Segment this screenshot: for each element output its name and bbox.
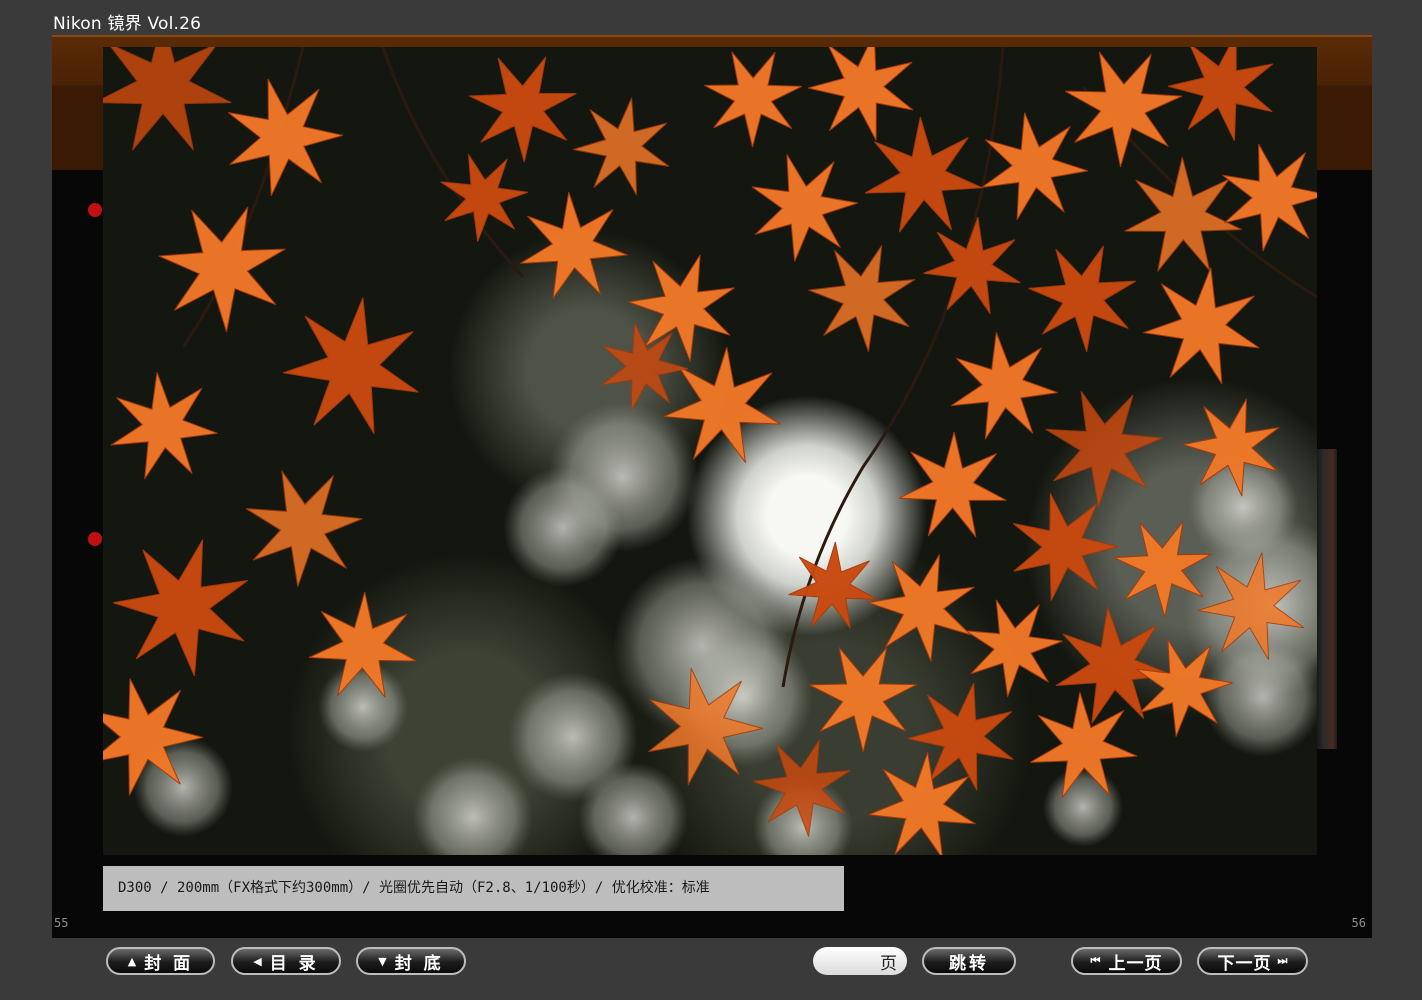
skip-forward-icon: ⏭ (1277, 954, 1288, 967)
maple-leaf (1012, 493, 1119, 601)
back-cover-button[interactable]: ▼ 封 底 (356, 947, 466, 975)
maple-leaf (1028, 245, 1136, 353)
previous-page-label: 上一页 (1108, 953, 1163, 974)
maple-leaf (1222, 143, 1317, 252)
toc-button[interactable]: ◀ 目 录 (231, 947, 341, 975)
next-page-label: 下一页 (1217, 953, 1272, 974)
cover-button-label: 封 面 (144, 953, 194, 974)
bullet-dot (88, 203, 102, 217)
triangle-up-icon: ▲ (127, 954, 137, 968)
maple-leaf (788, 541, 877, 629)
maple-leaf (227, 78, 344, 197)
bokeh-circle (503, 467, 623, 587)
next-page-button[interactable]: 下一页 ⏭ (1197, 947, 1308, 975)
maple-leaf (965, 599, 1063, 697)
maple-leaf (951, 332, 1058, 440)
maple-leaf (283, 297, 419, 434)
maple-leaf (809, 647, 917, 753)
jump-button-label: 跳转 (949, 953, 989, 974)
right-page-number: 56 (1351, 916, 1366, 930)
jump-button[interactable]: 跳转 (922, 947, 1016, 975)
page-suffix-label: 页 (880, 953, 897, 974)
left-page-number: 55 (54, 916, 69, 930)
bokeh-circle (413, 757, 533, 855)
background-photo-strip (1315, 449, 1337, 749)
maple-leaf (110, 372, 218, 480)
toc-button-label: 目 录 (269, 953, 319, 974)
maple-leaf (468, 56, 577, 163)
previous-page-button[interactable]: ⏮ 上一页 (1071, 947, 1182, 975)
bokeh-circle (318, 662, 408, 752)
maple-leaf (103, 47, 232, 151)
triangle-down-icon: ▼ (378, 954, 387, 968)
maple-leaf (898, 431, 1007, 538)
app-title: Nikon 镜界 Vol.26 (53, 14, 202, 34)
maple-leaf (572, 97, 670, 196)
maple-leaf (113, 539, 249, 677)
bullet-dot (88, 532, 102, 546)
bokeh-circle (1043, 767, 1123, 847)
triangle-left-icon: ◀ (253, 954, 262, 968)
maple-leaves-graphic (103, 47, 1317, 855)
photo-caption: D300 / 200mm（FX格式下约300mm）/ 光圈优先自动（F2.8、1… (103, 866, 844, 911)
maple-leaf (704, 51, 803, 148)
page-number-input[interactable]: 页 (813, 947, 907, 975)
branch-line (381, 47, 525, 279)
maple-leaf (807, 47, 914, 141)
maple-leaf (868, 554, 975, 662)
maple-leaf (158, 206, 286, 333)
maple-leaf (808, 245, 916, 352)
maple-leaf (751, 154, 858, 262)
cover-button[interactable]: ▲ 封 面 (106, 947, 215, 975)
maple-leaf (1167, 47, 1274, 142)
maple-leaf (981, 112, 1089, 220)
enlarged-photo-maple-leaves[interactable] (103, 47, 1317, 855)
maple-leaf (245, 470, 363, 587)
maple-leaf (1143, 267, 1260, 385)
skip-back-icon: ⏮ (1090, 954, 1101, 967)
back-cover-button-label: 封 底 (394, 953, 444, 974)
